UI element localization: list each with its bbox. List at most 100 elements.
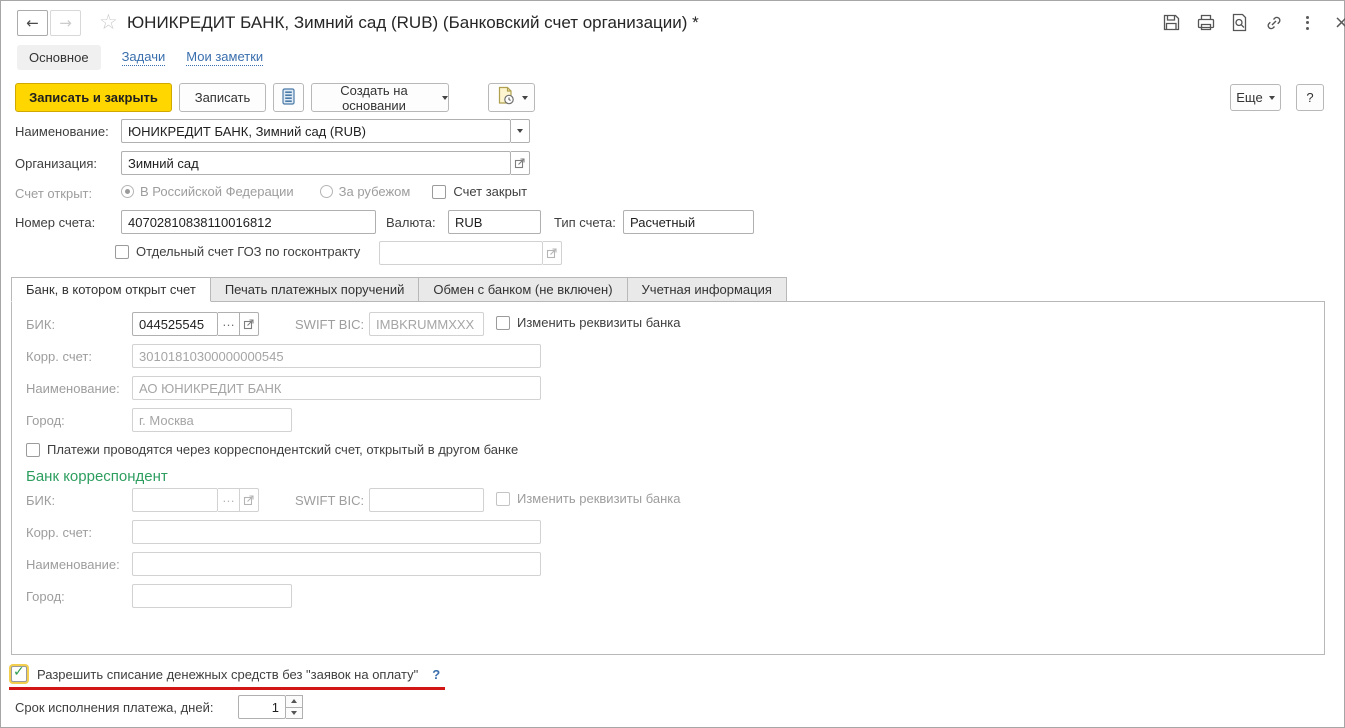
goz-contract-open-button[interactable] <box>543 241 562 265</box>
account-type-input[interactable]: Расчетный <box>623 210 754 234</box>
corr-bank-account-input[interactable] <box>132 520 541 544</box>
corr-bank-name-field <box>132 552 541 576</box>
swift-label: SWIFT BIC: <box>295 317 365 332</box>
more-menu-icon[interactable] <box>1297 12 1318 33</box>
scheduled-doc-button[interactable] <box>488 83 535 112</box>
swift-input[interactable]: IMBKRUMMXXX <box>369 312 484 336</box>
print-icon[interactable] <box>1195 12 1216 33</box>
payment-term-label: Срок исполнения платежа, дней: <box>15 700 214 715</box>
corr-swift-field <box>369 488 484 512</box>
corr-bank-name-input[interactable] <box>132 552 541 576</box>
tab-accounting[interactable]: Учетная информация <box>626 277 787 302</box>
register-icon <box>281 87 296 109</box>
bank-name-field: АО ЮНИКРЕДИТ БАНК <box>132 376 541 400</box>
tab-print[interactable]: Печать платежных поручений <box>209 277 420 302</box>
help-button[interactable]: ? <box>1296 84 1324 111</box>
save-button[interactable]: Записать <box>179 83 266 112</box>
goz-label: Отдельный счет ГОЗ по госконтракту <box>136 244 361 259</box>
tab-exchange[interactable]: Обмен с банком (не включен) <box>418 277 628 302</box>
section-nav: Основное Задачи Мои заметки <box>17 45 264 70</box>
via-corr-row: Платежи проводятся через корреспондентск… <box>26 442 518 457</box>
name-field: ЮНИКРЕДИТ БАНК, Зимний сад (RUB) <box>121 119 530 143</box>
via-corr-checkbox[interactable] <box>26 442 40 457</box>
bank-name-input[interactable]: АО ЮНИКРЕДИТ БАНК <box>132 376 541 400</box>
corr-bik-field: … <box>132 488 259 512</box>
bik-choose-button[interactable]: … <box>218 312 240 336</box>
up-arrow-icon <box>291 699 297 704</box>
bank-account-form-window: ← → ☆ ЮНИКРЕДИТ БАНК, Зимний сад (RUB) (… <box>0 0 1345 728</box>
organization-input[interactable]: Зимний сад <box>121 151 511 175</box>
dropdown-arrow-icon <box>517 129 523 133</box>
account-closed-checkbox[interactable] <box>432 184 447 199</box>
forward-button[interactable]: → <box>50 10 81 36</box>
save-icon[interactable] <box>1161 12 1182 33</box>
city-input[interactable]: г. Москва <box>132 408 292 432</box>
account-number-label: Номер счета: <box>15 215 96 230</box>
bik-input[interactable]: 044525545 <box>132 312 218 336</box>
corr-bik-open-button[interactable] <box>240 488 259 512</box>
open-icon <box>243 319 254 330</box>
bank-tab-panel: БИК: 044525545 … SWIFT BIC: IMBKRUMMXXX … <box>11 301 1325 655</box>
dropdown-arrow-icon <box>1268 95 1275 100</box>
corr-bik-choose-button[interactable]: … <box>218 488 240 512</box>
preview-icon[interactable] <box>1229 12 1250 33</box>
organization-label: Организация: <box>15 156 98 171</box>
spin-down-button[interactable] <box>286 707 303 719</box>
organization-open-button[interactable] <box>511 151 530 175</box>
edit-bank-label: Изменить реквизиты банка <box>517 315 681 330</box>
account-number-input[interactable]: 40702810838110016812 <box>121 210 376 234</box>
goz-row: Отдельный счет ГОЗ по госконтракту <box>115 244 360 259</box>
goz-checkbox[interactable] <box>115 244 129 259</box>
corr-swift-input[interactable] <box>369 488 484 512</box>
name-dropdown-button[interactable] <box>511 119 530 143</box>
corr-bank-name-label: Наименование: <box>26 557 120 572</box>
allow-writeoff-checkbox[interactable]: ✓ <box>11 664 27 682</box>
attention-underline <box>9 687 445 690</box>
corr-bik-label: БИК: <box>26 493 56 508</box>
tab-bank[interactable]: Банк, в котором открыт счет <box>11 277 211 302</box>
corr-edit-bank-checkbox[interactable] <box>496 491 510 506</box>
create-based-on-button[interactable]: Создать на основании <box>311 83 449 113</box>
writeoff-help-link[interactable]: ? <box>432 667 440 682</box>
city-field: г. Москва <box>132 408 292 432</box>
radio-abroad-label: За рубежом <box>338 184 411 199</box>
corr-bank-account-label: Корр. счет: <box>26 525 92 540</box>
nav-notes[interactable]: Мои заметки <box>186 49 264 66</box>
open-icon <box>514 158 525 169</box>
bik-field: 044525545 … <box>132 312 259 336</box>
organization-field: Зимний сад <box>121 151 530 175</box>
titlebar-actions: × <box>1161 12 1345 33</box>
document-clock-icon <box>496 86 516 109</box>
more-button[interactable]: Еще <box>1230 84 1281 111</box>
currency-input[interactable]: RUB <box>448 210 541 234</box>
nav-tasks[interactable]: Задачи <box>121 49 166 66</box>
tabstrip: Банк, в котором открыт счет Печать плате… <box>11 277 787 302</box>
radio-russia[interactable] <box>121 185 134 198</box>
goz-contract-input[interactable] <box>379 241 543 265</box>
corr-bik-input[interactable] <box>132 488 218 512</box>
dropdown-arrow-icon <box>521 95 528 100</box>
account-number-field: 40702810838110016812 <box>121 210 376 234</box>
payment-term-input[interactable]: 1 <box>238 695 286 719</box>
register-records-button[interactable] <box>273 83 304 112</box>
close-icon[interactable]: × <box>1331 12 1345 33</box>
corr-edit-bank-label: Изменить реквизиты банка <box>517 491 681 506</box>
corr-city-label: Город: <box>26 589 65 604</box>
account-closed-label: Счет закрыт <box>453 184 528 199</box>
radio-abroad[interactable] <box>319 185 333 198</box>
corr-city-field <box>132 584 292 608</box>
corr-account-input[interactable]: 30101810300000000545 <box>132 344 541 368</box>
name-input[interactable]: ЮНИКРЕДИТ БАНК, Зимний сад (RUB) <box>121 119 511 143</box>
edit-bank-checkbox[interactable] <box>496 315 510 330</box>
save-and-close-button[interactable]: Записать и закрыть <box>15 83 172 112</box>
back-button[interactable]: ← <box>17 10 48 36</box>
nav-main[interactable]: Основное <box>17 45 101 70</box>
spin-up-button[interactable] <box>286 695 303 708</box>
bik-open-button[interactable] <box>240 312 259 336</box>
get-link-icon[interactable] <box>1263 12 1284 33</box>
corr-edit-bank-row: Изменить реквизиты банка <box>496 491 680 506</box>
favorites-star-icon[interactable]: ☆ <box>99 9 118 35</box>
checkmark-icon: ✓ <box>13 664 25 680</box>
bik-label: БИК: <box>26 317 56 332</box>
corr-city-input[interactable] <box>132 584 292 608</box>
